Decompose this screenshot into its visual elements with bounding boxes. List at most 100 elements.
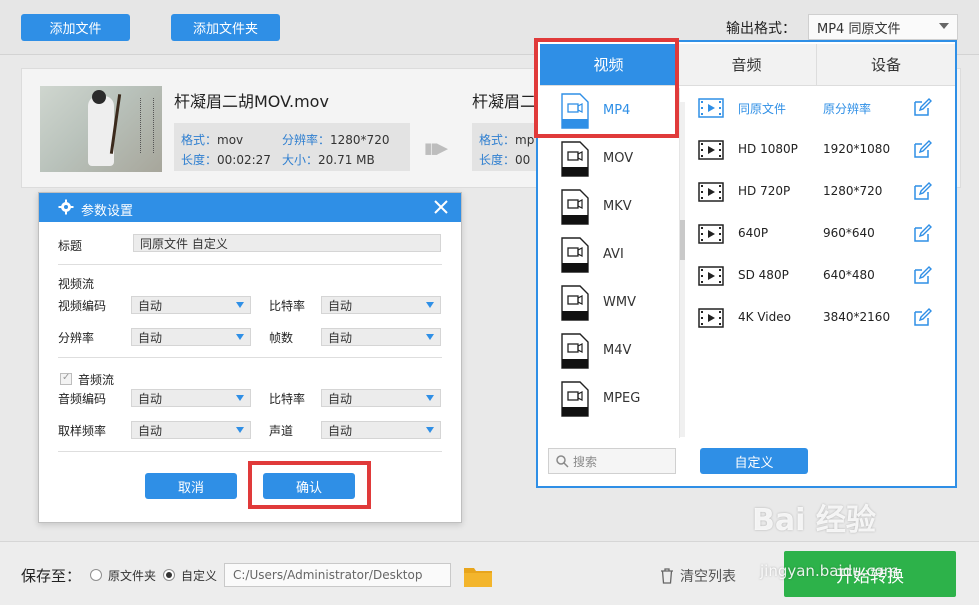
resolution-select[interactable]: 自动 [131,328,251,346]
format-item-label: AVI [603,247,624,262]
edit-icon[interactable] [912,140,932,160]
channel-select[interactable]: 自动 [321,421,441,439]
add-file-button[interactable]: 添加文件 [21,14,130,41]
framerate-value: 自动 [328,330,353,345]
radio-original-folder[interactable] [90,569,102,581]
preset-row[interactable]: 4K Video 3840*2160 [686,298,954,338]
edit-icon[interactable] [912,224,932,244]
radio-custom-folder[interactable] [163,569,175,581]
title-field-value: 同原文件 自定义 [140,236,228,251]
tab-device[interactable]: 设备 [817,44,955,86]
source-size: 20.71 MB [318,153,375,167]
video-thumbnail [40,86,162,172]
output-format-select[interactable]: MP4 同原文件 [808,14,958,40]
chevron-down-icon [236,427,244,433]
source-format: mov [217,133,244,147]
settings-dialog: 参数设置 标题 同原文件 自定义 视频流 视频编码 自动 比特率 自动 分辨率 … [38,192,462,523]
target-file-name: 杆凝眉二 [472,92,537,111]
video-stream-heading: 视频流 [58,277,95,291]
edit-icon[interactable] [912,266,932,286]
film-icon [698,308,724,328]
source-file-name: 杆凝眉二胡MOV.mov [174,92,329,111]
video-bitrate-select[interactable]: 自动 [321,296,441,314]
source-duration: 00:02:27 [217,153,271,167]
clear-list-label: 清空列表 [680,569,736,585]
format-key: 格式： [181,133,218,147]
sample-rate-label: 取样频率 [58,424,107,438]
cancel-button[interactable]: 取消 [145,473,237,499]
resolution-value: 自动 [138,330,163,345]
convert-arrow-icon: ▮▮▶ [424,139,448,157]
gear-icon [58,199,74,215]
format-item-mov[interactable]: MOV [540,136,679,184]
preset-row[interactable]: HD 720P 1280*720 [686,172,954,212]
resolution-label: 分辨率 [58,331,95,345]
video-file-icon [561,333,589,369]
audio-bitrate-label: 比特率 [269,392,306,406]
format-item-wmv[interactable]: WMV [540,280,679,328]
sample-rate-select[interactable]: 自动 [131,421,251,439]
preset-name: 同原文件 [738,102,787,116]
clear-list-button[interactable]: 清空列表 [660,566,736,586]
preset-row[interactable]: HD 1080P 1920*1080 [686,130,954,170]
target-meta: 格式：mp 长度：00 [472,123,542,171]
video-bitrate-label: 比特率 [269,299,306,313]
format-list-scrollbar[interactable] [680,102,685,437]
title-label: 标题 [58,239,83,253]
audio-bitrate-select[interactable]: 自动 [321,389,441,407]
edit-icon[interactable] [912,98,932,118]
preset-name: HD 1080P [738,142,798,156]
video-codec-select[interactable]: 自动 [131,296,251,314]
output-format-value: MP4 同原文件 [817,21,901,37]
framerate-label: 帧数 [269,331,294,345]
video-file-icon [561,381,589,417]
close-icon[interactable] [432,198,450,216]
target-format-key: 格式： [479,133,516,147]
preset-row[interactable]: 640P 960*640 [686,214,954,254]
audio-codec-select[interactable]: 自动 [131,389,251,407]
preset-resolution: 640*480 [823,268,875,282]
edit-icon[interactable] [912,308,932,328]
preset-name: 4K Video [738,310,791,324]
search-input[interactable]: 搜索 [548,448,676,474]
trash-icon [661,568,673,584]
folder-icon[interactable] [463,564,493,588]
edit-icon[interactable] [912,182,932,202]
add-folder-button[interactable]: 添加文件夹 [171,14,280,41]
preset-row[interactable]: 同原文件 原分辨率 [686,88,954,128]
preset-resolution: 960*640 [823,226,875,240]
chevron-down-icon [426,334,434,340]
audio-codec-value: 自动 [138,391,163,406]
format-item-m4v[interactable]: M4V [540,328,679,376]
format-item-mpeg[interactable]: MPEG [540,376,679,424]
audio-bitrate-value: 自动 [328,391,353,406]
sample-rate-value: 自动 [138,423,163,438]
video-tab-highlight-box [534,38,679,138]
target-duration-key: 长度： [479,153,516,167]
custom-button[interactable]: 自定义 [700,448,808,474]
format-item-mkv[interactable]: MKV [540,184,679,232]
format-item-label: MPEG [603,391,641,406]
video-codec-value: 自动 [138,298,163,313]
preset-name: HD 720P [738,184,791,198]
divider [58,451,442,452]
audio-stream-checkbox[interactable] [60,372,72,385]
preset-row[interactable]: SD 480P 640*480 [686,256,954,296]
save-path-input[interactable]: C:/Users/Administrator/Desktop [224,563,451,587]
format-item-avi[interactable]: AVI [540,232,679,280]
format-item-label: MKV [603,199,632,214]
watermark-url: jingyan.baidu.com [760,562,899,580]
title-field[interactable]: 同原文件 自定义 [133,234,441,252]
format-item-label: M4V [603,343,632,358]
film-icon [698,266,724,286]
tab-audio[interactable]: 音频 [677,44,817,86]
custom-folder-label: 自定义 [181,569,218,583]
target-duration: 00 [515,153,531,167]
preset-resolution: 1920*1080 [823,142,891,156]
preset-resolution: 1280*720 [823,184,883,198]
search-placeholder: 搜索 [573,454,598,469]
target-format: mp [515,133,535,147]
original-folder-label: 原文件夹 [108,569,157,583]
video-file-icon [561,285,589,321]
framerate-select[interactable]: 自动 [321,328,441,346]
